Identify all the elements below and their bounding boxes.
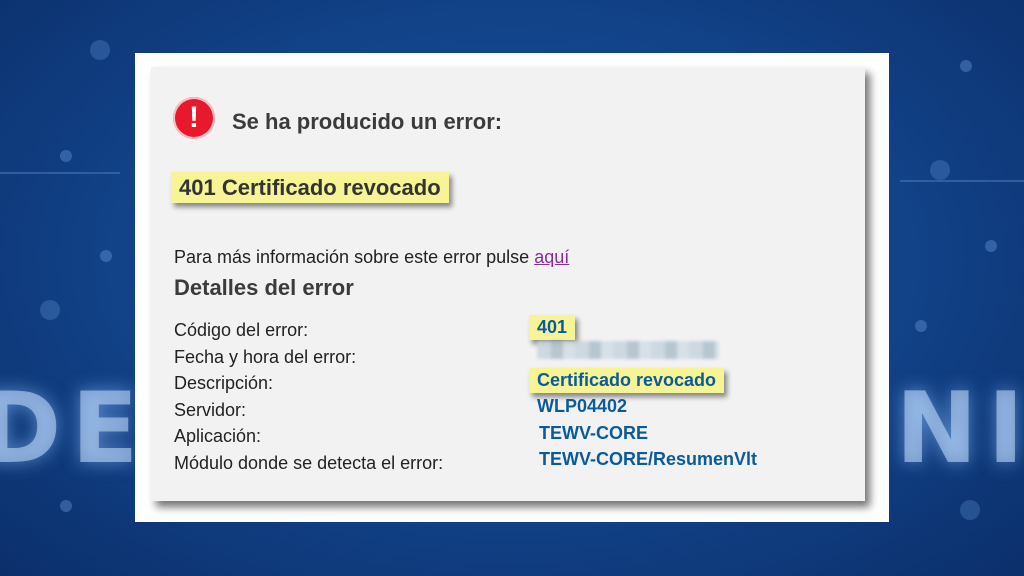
detail-label-code: Código del error: <box>174 320 309 340</box>
more-info-label: Para más información sobre este error pu… <box>174 247 530 267</box>
details-labels: Código del error: Fecha y hora del error… <box>174 317 443 476</box>
error-code-title: 401 Certificado revocado <box>171 172 449 203</box>
detail-label-server: Servidor: <box>174 399 247 420</box>
detail-label-description: Descripción: <box>174 373 274 393</box>
detail-label-application: Aplicación: <box>174 426 262 446</box>
error-panel: ! Se ha producido un error: 401 Certific… <box>151 67 865 501</box>
detail-label-module: Módulo donde se detecta el error: <box>174 452 444 473</box>
detail-value-server: WLP04402 <box>537 396 628 416</box>
details-heading: Detalles del error <box>174 275 354 300</box>
screenshot-frame: ! Se ha producido un error: 401 Certific… <box>135 53 889 522</box>
more-info-link[interactable]: aquí <box>534 247 569 267</box>
more-info-text: Para más información sobre este error pu… <box>174 247 569 268</box>
detail-value-module: TEWV-CORE/ResumenVlt <box>539 449 758 469</box>
detail-value-application: TEWV-CORE <box>539 423 649 443</box>
detail-value-code: 401 <box>529 315 576 340</box>
background-text-right: NI <box>895 372 1024 486</box>
exclamation-circle-icon: ! <box>173 97 215 139</box>
detail-value-datetime-blurred <box>537 341 719 359</box>
background-text-left: DE <box>0 372 149 486</box>
error-title: Se ha producido un error: <box>232 109 503 134</box>
error-code-highlight: 401 Certificado revocado <box>171 172 449 203</box>
detail-label-datetime: Fecha y hora del error: <box>174 346 357 367</box>
detail-value-description: Certificado revocado <box>529 368 725 393</box>
